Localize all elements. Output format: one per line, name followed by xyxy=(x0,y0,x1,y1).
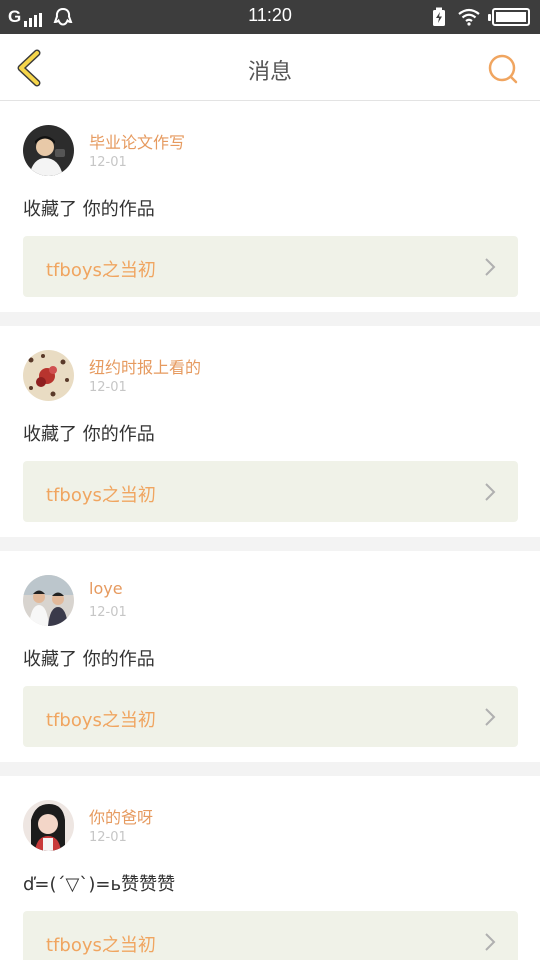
work-link[interactable]: tfboys之当初 xyxy=(23,236,518,297)
work-title: tfboys之当初 xyxy=(46,260,156,281)
notification-card: loye 12-01 收藏了 你的作品 tfboys之当初 xyxy=(0,551,540,762)
avatar[interactable] xyxy=(23,800,74,851)
chevron-right-icon xyxy=(485,258,496,276)
work-title: tfboys之当初 xyxy=(46,485,156,506)
message-text: 收藏了 你的作品 xyxy=(23,199,155,220)
chevron-right-icon xyxy=(485,483,496,501)
header-bar: 消息 xyxy=(0,34,540,101)
search-button[interactable] xyxy=(486,52,520,86)
username[interactable]: 毕业论文作写 xyxy=(89,129,185,153)
username[interactable]: 纽约时报上看的 xyxy=(89,354,201,378)
username[interactable]: 你的爸呀 xyxy=(89,804,153,828)
work-link[interactable]: tfboys之当初 xyxy=(23,686,518,747)
timestamp: 12-01 xyxy=(89,380,127,395)
chevron-right-icon xyxy=(485,933,496,951)
avatar[interactable] xyxy=(23,575,74,626)
charging-icon xyxy=(433,7,445,26)
notification-list: 毕业论文作写 12-01 收藏了 你的作品 tfboys之当初 纽约时报上看的 … xyxy=(0,101,540,960)
avatar[interactable] xyxy=(23,125,74,176)
status-bar: G 11:20 xyxy=(0,0,540,34)
work-link[interactable]: tfboys之当初 xyxy=(23,461,518,522)
message-text: 收藏了 你的作品 xyxy=(23,649,155,670)
avatar[interactable] xyxy=(23,350,74,401)
message-text: ď=(´▽`)=ь赞赞赞 xyxy=(23,874,176,895)
notification-card: 纽约时报上看的 12-01 收藏了 你的作品 tfboys之当初 xyxy=(0,326,540,537)
search-icon xyxy=(488,54,518,84)
message-text: 收藏了 你的作品 xyxy=(23,424,155,445)
work-title: tfboys之当初 xyxy=(46,710,156,731)
timestamp: 12-01 xyxy=(89,155,127,170)
page-title: 消息 xyxy=(247,60,292,85)
work-title: tfboys之当初 xyxy=(46,935,156,956)
notification-card: 毕业论文作写 12-01 收藏了 你的作品 tfboys之当初 xyxy=(0,101,540,312)
wifi-icon xyxy=(458,8,480,26)
username[interactable]: loye xyxy=(89,579,123,598)
work-link[interactable]: tfboys之当初 xyxy=(23,911,518,960)
battery-icon xyxy=(488,8,530,26)
chevron-right-icon xyxy=(485,708,496,726)
notification-card: 你的爸呀 12-01 ď=(´▽`)=ь赞赞赞 tfboys之当初 xyxy=(0,776,540,960)
timestamp: 12-01 xyxy=(89,605,127,620)
timestamp: 12-01 xyxy=(89,830,127,845)
